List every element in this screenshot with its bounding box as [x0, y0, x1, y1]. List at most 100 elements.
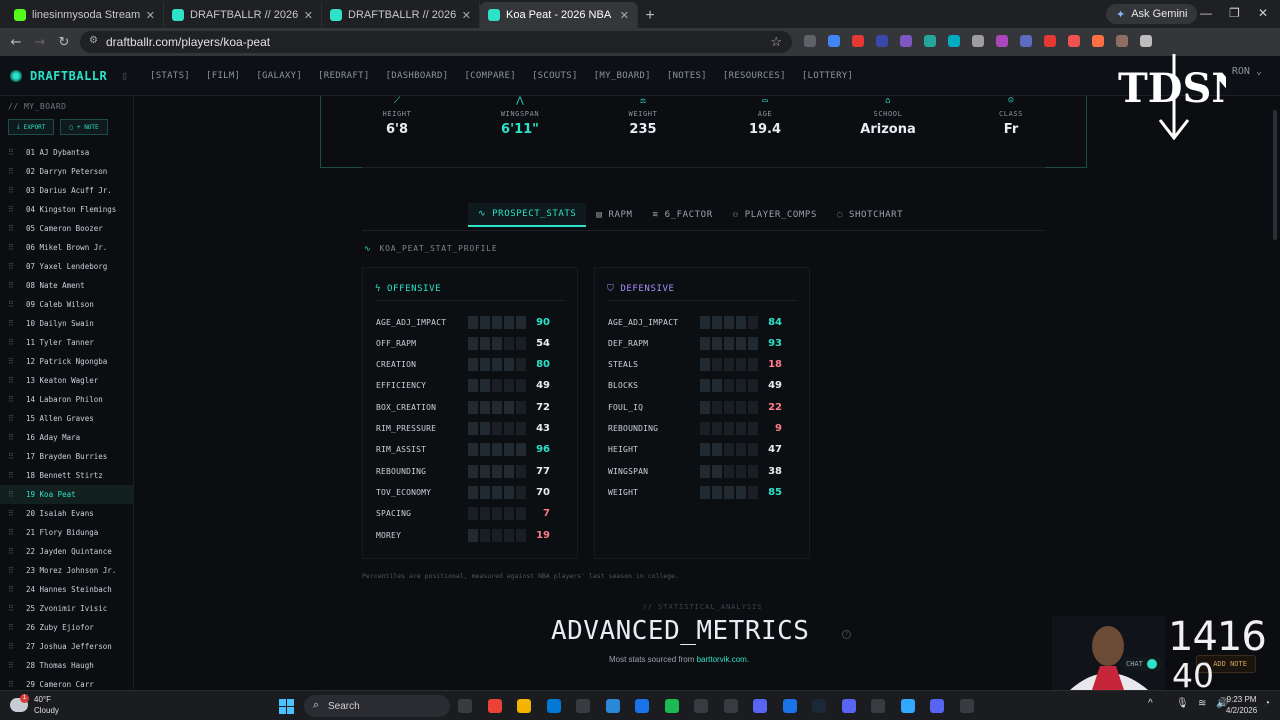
user-menu[interactable]: RON ⌄	[1232, 66, 1262, 77]
nav-link[interactable]: [GALAXY]	[256, 71, 302, 81]
browser-tab[interactable]: Koa Peat - 2026 NBA Draft Prof ✕	[480, 2, 638, 28]
drag-handle-icon[interactable]: ⠿	[8, 357, 26, 366]
taskbar-app-icon[interactable]	[753, 699, 767, 713]
drag-handle-icon[interactable]: ⠿	[8, 186, 26, 195]
board-list-item[interactable]: ⠿ 28 Thomas Haugh	[0, 656, 133, 675]
taskbar-app-icon[interactable]	[546, 699, 561, 713]
extension-icon[interactable]	[804, 35, 816, 47]
board-list-item[interactable]: ⠿ 19 Koa Peat	[0, 485, 133, 504]
nav-link[interactable]: [DASHBOARD]	[386, 71, 449, 81]
sidebar-toggle-icon[interactable]: ▯	[121, 69, 128, 82]
nav-link[interactable]: [NOTES]	[667, 71, 707, 81]
browser-tab[interactable]: DRAFTBALLR // 2026 NBA Draf ✕	[322, 2, 480, 28]
nav-link[interactable]: [LOTTERY]	[802, 71, 853, 81]
drag-handle-icon[interactable]: ⠿	[8, 262, 26, 271]
drag-handle-icon[interactable]: ⠿	[8, 205, 26, 214]
board-list-item[interactable]: ⠿ 10 Dailyn Swain	[0, 314, 133, 333]
brand-logo[interactable]: DRAFTBALLR ▯	[10, 69, 140, 83]
extension-icon[interactable]	[924, 35, 936, 47]
nav-link[interactable]: [RESOURCES]	[723, 71, 786, 81]
board-list-item[interactable]: ⠿ 26 Zuby Ejiofor	[0, 618, 133, 637]
tab-close-icon[interactable]: ✕	[620, 9, 629, 22]
board-list-item[interactable]: ⠿ 22 Jayden Quintance	[0, 542, 133, 561]
tab-6-factor[interactable]: ≋ 6_FACTOR	[643, 203, 723, 227]
tab-close-icon[interactable]: ✕	[304, 9, 313, 22]
url-field[interactable]: ⚙ draftballr.com/players/koa-peat ☆	[80, 31, 792, 53]
drag-handle-icon[interactable]: ⠿	[8, 338, 26, 347]
drag-handle-icon[interactable]: ⠿	[8, 547, 26, 556]
browser-tab[interactable]: linesinmysoda Stream - Kick Da ✕	[6, 2, 164, 28]
tab-close-icon[interactable]: ✕	[146, 9, 155, 22]
board-list-item[interactable]: ⠿ 05 Cameron Boozer	[0, 219, 133, 238]
drag-handle-icon[interactable]: ⠿	[8, 300, 26, 309]
notifications-icon[interactable]: ◔	[1264, 698, 1270, 709]
tab-shotchart[interactable]: ◌ SHOTCHART	[827, 203, 913, 227]
drag-handle-icon[interactable]: ⠿	[8, 414, 26, 423]
board-list-item[interactable]: ⠿ 13 Keaton Wagler	[0, 371, 133, 390]
taskbar-app-icon[interactable]	[576, 699, 590, 713]
drag-handle-icon[interactable]: ⠿	[8, 281, 26, 290]
extension-icon[interactable]	[876, 35, 888, 47]
back-icon[interactable]: ←	[4, 35, 28, 50]
drag-handle-icon[interactable]: ⠿	[8, 566, 26, 575]
taskbar-app-icon[interactable]	[900, 699, 915, 713]
board-list-item[interactable]: ⠿ 16 Aday Mara	[0, 428, 133, 447]
board-list-item[interactable]: ⠿ 20 Isaiah Evans	[0, 504, 133, 523]
tab-prospect-stats[interactable]: ∿ PROSPECT_STATS	[468, 203, 587, 227]
browser-tab[interactable]: DRAFTBALLR // 2026 NBA Draf ✕	[164, 2, 322, 28]
drag-handle-icon[interactable]: ⠿	[8, 661, 26, 670]
board-list-item[interactable]: ⠿ 02 Darryn Peterson	[0, 162, 133, 181]
board-list-item[interactable]: ⠿ 12 Patrick Ngongba	[0, 352, 133, 371]
drag-handle-icon[interactable]: ⠿	[8, 243, 26, 252]
board-list-item[interactable]: ⠿ 18 Bennett Stirtz	[0, 466, 133, 485]
extension-icon[interactable]	[900, 35, 912, 47]
board-list-item[interactable]: ⠿ 03 Darius Acuff Jr.	[0, 181, 133, 200]
weather-widget[interactable]: 40°F Cloudy	[34, 694, 59, 716]
board-list-item[interactable]: ⠿ 21 Flory Bidunga	[0, 523, 133, 542]
taskbar-app-icon[interactable]	[871, 699, 885, 713]
export-button[interactable]: ⤓ EXPORT	[8, 119, 55, 135]
drag-handle-icon[interactable]: ⠿	[8, 452, 26, 461]
tray-overflow-icon[interactable]: ^	[1148, 698, 1153, 709]
drag-handle-icon[interactable]: ⠿	[8, 319, 26, 328]
taskbar-app-icon[interactable]	[487, 699, 502, 713]
nav-link[interactable]: [FILM]	[206, 71, 240, 81]
chat-pill[interactable]: CHAT	[1120, 657, 1163, 671]
ask-gemini-button[interactable]: ✦ Ask Gemini	[1106, 4, 1198, 24]
taskbar-app-icon[interactable]	[812, 699, 826, 713]
info-icon[interactable]: ?	[842, 630, 851, 639]
drag-handle-icon[interactable]: ⠿	[8, 433, 26, 442]
nav-link[interactable]: [REDRAFT]	[318, 71, 369, 81]
board-list-item[interactable]: ⠿ 06 Mikel Brown Jr.	[0, 238, 133, 257]
drag-handle-icon[interactable]: ⠿	[8, 585, 26, 594]
taskbar-app-icon[interactable]	[605, 699, 620, 713]
nav-link[interactable]: [SCOUTS]	[532, 71, 578, 81]
board-list-item[interactable]: ⠿ 07 Yaxel Lendeborg	[0, 257, 133, 276]
extension-icon[interactable]	[972, 35, 984, 47]
drag-handle-icon[interactable]: ⠿	[8, 490, 26, 499]
extension-icon[interactable]	[1140, 35, 1152, 47]
extension-icon[interactable]	[852, 35, 864, 47]
board-list-item[interactable]: ⠿ 01 AJ Dybantsa	[0, 143, 133, 162]
board-list-item[interactable]: ⠿ 15 Allen Graves	[0, 409, 133, 428]
taskbar-app-icon[interactable]	[635, 699, 649, 713]
taskbar-app-icon[interactable]	[782, 699, 797, 713]
taskbar-app-icon[interactable]	[930, 699, 944, 713]
board-list-item[interactable]: ⠿ 09 Caleb Wilson	[0, 295, 133, 314]
drag-handle-icon[interactable]: ⠿	[8, 395, 26, 404]
clock[interactable]: 9:23 PM 4/2/2026	[1226, 694, 1257, 716]
drag-handle-icon[interactable]: ⠿	[8, 509, 26, 518]
drag-handle-icon[interactable]: ⠿	[8, 528, 26, 537]
taskbar-app-icon[interactable]	[959, 699, 974, 713]
board-list-item[interactable]: ⠿ 04 Kingston Flemings	[0, 200, 133, 219]
extension-icon[interactable]	[1068, 35, 1080, 47]
start-button[interactable]	[279, 699, 294, 714]
board-list-item[interactable]: ⠿ 14 Labaron Philon	[0, 390, 133, 409]
taskbar-search[interactable]: ⌕ Search	[304, 695, 450, 717]
taskbar-app-icon[interactable]	[723, 699, 738, 713]
taskbar-app-icon[interactable]	[694, 699, 708, 713]
board-list-item[interactable]: ⠿ 08 Nate Ament	[0, 276, 133, 295]
tab-close-icon[interactable]: ✕	[462, 9, 471, 22]
taskbar-app-icon[interactable]	[458, 699, 472, 713]
extension-icon[interactable]	[1044, 35, 1056, 47]
